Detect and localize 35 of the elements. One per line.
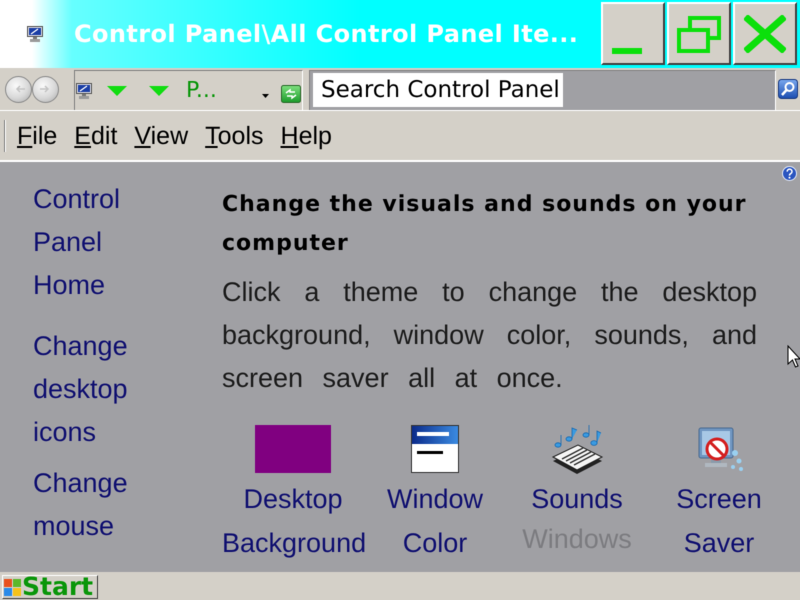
refresh-icon[interactable] (281, 84, 301, 102)
forward-button[interactable] (32, 76, 59, 102)
piano-notes-icon[interactable] (550, 423, 604, 475)
color-swatch-icon[interactable] (255, 425, 331, 473)
minimize-button[interactable] (601, 2, 665, 65)
close-icon (744, 14, 786, 52)
window-icon[interactable] (411, 425, 459, 473)
caret-icon[interactable] (262, 94, 269, 98)
restore-button[interactable] (667, 2, 731, 65)
sidebar-link[interactable]: Change mouse (33, 462, 158, 548)
minimize-icon (612, 48, 642, 54)
windows-logo-icon (4, 578, 21, 596)
close-button[interactable] (733, 2, 797, 65)
restore-icon (676, 14, 722, 52)
menu-item[interactable]: Edit (74, 120, 118, 150)
back-button[interactable] (5, 76, 32, 102)
theme-link[interactable]: Desktop Background (222, 477, 364, 565)
menu-item[interactable]: View (134, 120, 188, 150)
computer-icon (27, 26, 43, 42)
sidebar-link[interactable]: Change desktop icons (33, 325, 158, 454)
search-field[interactable]: Search Control Panel (309, 70, 776, 110)
menu-item[interactable]: Help (280, 120, 332, 150)
cursor-icon (787, 345, 800, 369)
description-text: Click a theme to change the desktop background, window color, sounds, and screen saver all at once. (222, 276, 757, 395)
theme-link[interactable]: Sounds (506, 477, 648, 521)
theme-link[interactable]: Screen Saver (648, 477, 790, 565)
computer-icon (76, 82, 92, 98)
search-icon[interactable] (778, 79, 798, 99)
help-icon[interactable] (782, 166, 797, 181)
menu-item[interactable]: Tools (205, 120, 264, 150)
window-title: Control Panel\All Control Panel Ite... (74, 19, 578, 50)
sidebar-link[interactable]: Control Panel Home (33, 178, 158, 307)
section-heading: Change the visuals and sounds on your computer (222, 191, 748, 258)
menu-item[interactable]: File (17, 120, 58, 150)
theme-link[interactable]: Window Color (364, 477, 506, 565)
